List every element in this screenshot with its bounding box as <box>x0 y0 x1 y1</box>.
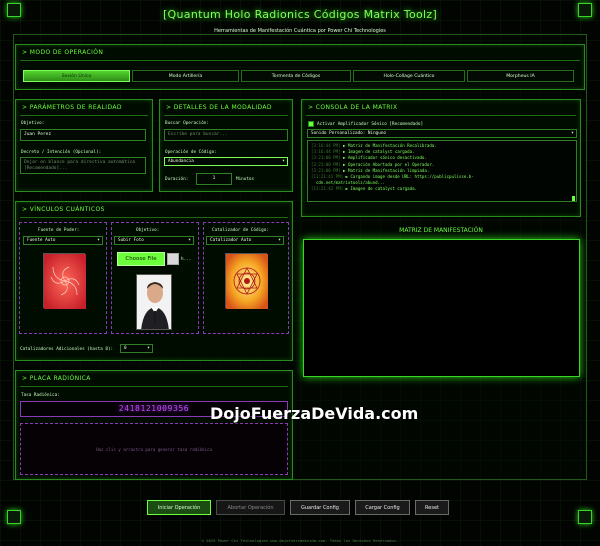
tab-modo-artilleria[interactable]: Modo Artillería <box>132 70 239 82</box>
choose-file-button[interactable]: Choose File <box>117 252 165 266</box>
divider <box>20 386 288 387</box>
objective-label: Objetivo: <box>21 121 45 126</box>
search-operation-input[interactable]: Escribe para buscar... <box>164 129 288 141</box>
reset-button[interactable]: Reset <box>415 500 449 515</box>
abort-operation-button[interactable]: Abortar Operación <box>216 500 285 515</box>
save-config-button[interactable]: Guardar Config <box>290 500 350 515</box>
console-scrollbar[interactable] <box>572 196 575 201</box>
file-thumbnail <box>167 253 179 265</box>
rate-label: Tasa Radiónica: <box>21 393 60 398</box>
plate-title: PLACA RADIÓNICA <box>22 375 91 382</box>
duration-unit: Minutos <box>236 177 255 182</box>
code-catalyst-select[interactable]: Catalizador Auto <box>206 236 284 245</box>
decree-label: Decreto / Intención (Opcional): <box>21 150 102 155</box>
corner-ornament-bottom-left <box>7 510 21 524</box>
divider <box>20 217 288 218</box>
divider <box>306 115 576 116</box>
amplifier-checkbox[interactable] <box>308 121 314 127</box>
corner-ornament-bottom-right <box>578 510 592 524</box>
objective-input[interactable]: Juan Perez <box>20 129 146 141</box>
power-source-label: Fuente de Poder: <box>38 228 80 233</box>
rate-area-hint: Haz clic y arrastra para generar tasa ra… <box>96 447 212 452</box>
objective-source-select[interactable]: Subir Foto <box>114 236 194 245</box>
search-label: Buscar Operación: <box>165 121 209 126</box>
divider <box>20 115 148 116</box>
reality-title: PARÁMETROS DE REALIDAD <box>22 104 122 111</box>
divider <box>20 60 580 61</box>
reality-panel: PARÁMETROS DE REALIDAD <box>15 99 153 192</box>
code-label: Operación de Código: <box>165 150 217 155</box>
extra-catalysts-select[interactable]: 0 <box>120 344 153 353</box>
app-title: [Quantum Holo Radionics Códigos Matrix T… <box>162 8 438 21</box>
modality-title: DETALLES DE LA MODALIDAD <box>166 104 272 111</box>
decree-textarea[interactable]: Dejar en blanco para directiva automátic… <box>20 157 146 174</box>
tab-morpheus-ia[interactable]: Morpheus IA <box>467 70 574 82</box>
extra-catalysts-label: Catalizadores Adicionales (hasta 8): <box>20 347 114 352</box>
duration-input[interactable]: 1 <box>196 173 232 185</box>
links-title: VÍNCULOS CUÁNTICOS <box>22 206 105 213</box>
duration-label: Duración: <box>165 177 189 182</box>
code-catalyst-image <box>225 253 268 309</box>
tab-holo-collage[interactable]: Holo-Collage Cuántico <box>353 70 465 82</box>
objective-photo <box>136 274 172 330</box>
manifestation-matrix-canvas[interactable] <box>303 239 580 377</box>
amplifier-label: Activar Amplificador Sónico [Recomendado… <box>317 122 424 127</box>
log-line: [11:21:42 PM] ▶ Imagen de catalyst carga… <box>311 186 417 192</box>
custom-sound-select[interactable]: Sonido Personalizado: Ninguno <box>307 129 577 138</box>
divider <box>164 115 288 116</box>
tab-sesion-unica[interactable]: Sesión Única <box>23 70 130 82</box>
footer-copyright: © 2025 Power Chi Technologies www.dojofu… <box>201 538 399 543</box>
matrix-title: MATRIZ DE MANIFESTACIÓN <box>399 227 483 234</box>
mode-panel: MODO DE OPERACIÓN <box>15 44 585 90</box>
mode-title: MODO DE OPERACIÓN <box>22 49 103 56</box>
power-source-select[interactable]: Fuente Auto <box>23 236 103 245</box>
file-name: h... <box>181 257 192 262</box>
objective-slot-label: Objetivo: <box>136 228 160 233</box>
load-config-button[interactable]: Cargar Config <box>355 500 410 515</box>
tab-tormenta-codigos[interactable]: Tormenta de Códigos <box>241 70 351 82</box>
code-operation-select[interactable]: Abundancia <box>164 157 288 166</box>
power-source-image <box>43 253 86 309</box>
code-catalyst-label: Catalizador de Código: <box>212 228 269 233</box>
watermark-text: DojoFuerzaDeVida.com <box>210 404 419 423</box>
console-log: [3:16:44 PM] ▶ Matriz de Manifestación R… <box>307 140 577 202</box>
console-title: CONSOLA DE LA MATRIX <box>308 104 398 111</box>
start-operation-button[interactable]: Iniciar Operación <box>147 500 211 515</box>
